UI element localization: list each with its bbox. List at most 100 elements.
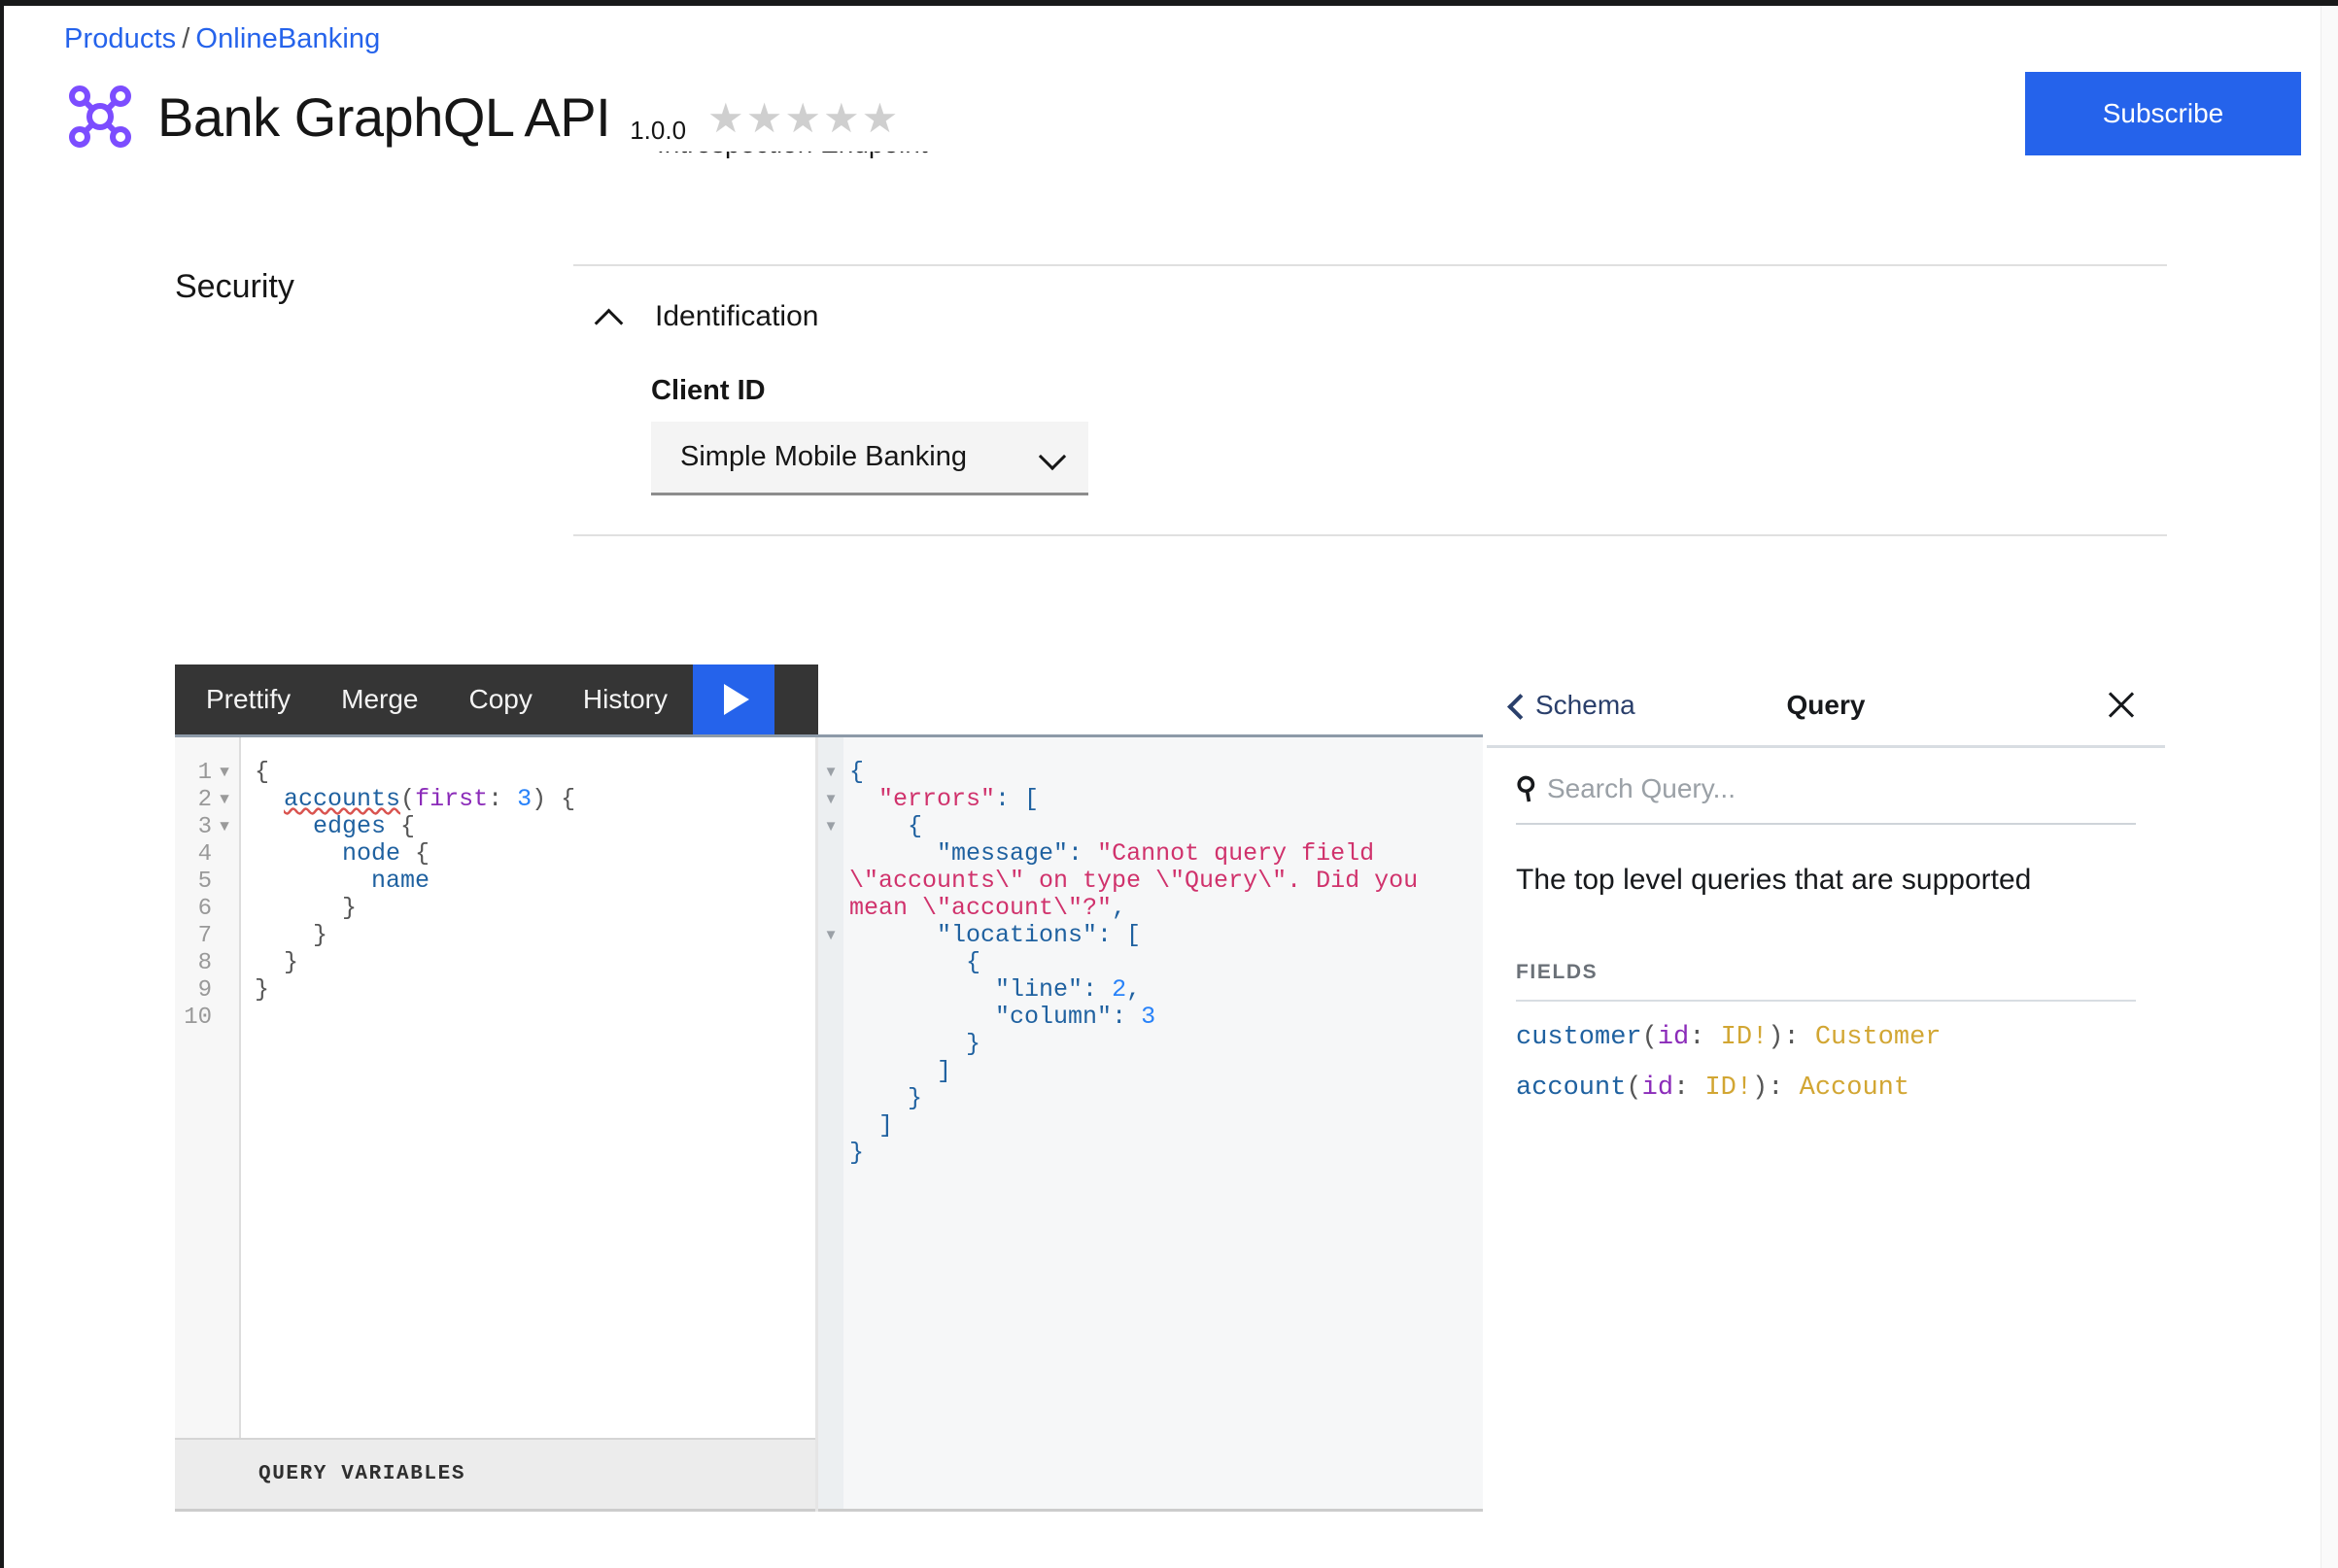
star-icon[interactable]: ★ bbox=[746, 98, 783, 139]
code-token: { bbox=[400, 839, 430, 868]
code-token: 3 bbox=[517, 785, 533, 813]
prettify-button[interactable]: Prettify bbox=[175, 665, 316, 734]
code-line: name bbox=[255, 868, 815, 895]
star-icon[interactable]: ★ bbox=[862, 98, 899, 139]
play-icon bbox=[724, 684, 750, 715]
code-token: ( bbox=[400, 785, 416, 813]
code-token: } bbox=[313, 921, 328, 949]
doc-field-arg-type[interactable]: ID! bbox=[1721, 1023, 1769, 1052]
merge-button[interactable]: Merge bbox=[316, 665, 443, 734]
result-line: } bbox=[849, 1085, 1469, 1112]
query-line-number: 6 bbox=[197, 895, 212, 922]
doc-back-label: Schema bbox=[1535, 689, 1635, 720]
result-line: "locations": [ bbox=[849, 922, 1469, 949]
result-fold-slot bbox=[818, 1112, 843, 1140]
result-line: "column": 3 bbox=[849, 1004, 1469, 1031]
star-icon[interactable]: ★ bbox=[784, 98, 821, 139]
triangle-down-icon[interactable]: ▼ bbox=[216, 818, 233, 835]
breadcrumb-products-link[interactable]: Products bbox=[64, 23, 176, 54]
result-line: "line": 2, bbox=[849, 976, 1469, 1004]
triangle-down-icon[interactable]: ▼ bbox=[818, 786, 843, 813]
code-line: accounts(first: 3) { bbox=[255, 786, 815, 813]
doc-field-return-type[interactable]: Customer bbox=[1815, 1023, 1942, 1052]
star-icon[interactable]: ★ bbox=[707, 98, 744, 139]
code-line: { bbox=[255, 759, 815, 786]
result-fold-slot bbox=[818, 1031, 843, 1058]
page-scrollbar[interactable] bbox=[2321, 6, 2338, 1568]
chevron-down-icon bbox=[1038, 443, 1067, 472]
result-token: , bbox=[1126, 975, 1142, 1004]
result-token: ] bbox=[878, 1111, 894, 1140]
identification-accordion-header[interactable]: Identification bbox=[573, 299, 2167, 334]
app-page: Products / OnlineBanking Bank GraphQL API … bbox=[0, 0, 2338, 1568]
subscribe-button[interactable]: Subscribe bbox=[2025, 72, 2301, 155]
doc-back-to-schema-button[interactable]: Schema bbox=[1504, 690, 1635, 721]
code-token: { bbox=[386, 812, 416, 840]
client-id-select[interactable]: Simple Mobile Banking bbox=[651, 422, 1088, 495]
doc-search-row[interactable]: ⚲ bbox=[1513, 770, 2136, 825]
doc-field-name[interactable]: account bbox=[1516, 1074, 1626, 1103]
query-line-number: 1 ▼ bbox=[175, 759, 239, 786]
close-icon[interactable] bbox=[2103, 687, 2140, 724]
doc-field-close-paren: ): bbox=[1752, 1074, 1800, 1103]
query-code-text[interactable]: { accounts(first: 3) { edges { node { na… bbox=[241, 737, 815, 1438]
query-line-number: 2 ▼ bbox=[175, 786, 239, 813]
result-token: : bbox=[1068, 839, 1098, 868]
breadcrumb-onlinebanking-link[interactable]: OnlineBanking bbox=[195, 23, 380, 54]
doc-field-name[interactable]: customer bbox=[1516, 1023, 1642, 1052]
result-token: : bbox=[1112, 1003, 1142, 1031]
code-token: node bbox=[342, 839, 401, 868]
result-line: "errors": [ bbox=[849, 786, 1469, 813]
result-token: : [ bbox=[995, 785, 1040, 813]
history-button[interactable]: History bbox=[558, 665, 693, 734]
query-variables-toggle[interactable]: QUERY VARIABLES bbox=[175, 1438, 815, 1512]
result-fold-slot bbox=[818, 1167, 843, 1194]
star-icon[interactable]: ★ bbox=[823, 98, 860, 139]
query-line-number: 7 bbox=[197, 922, 212, 949]
result-fold-slot bbox=[818, 868, 843, 895]
doc-field-arg-name: id bbox=[1657, 1023, 1690, 1052]
query-editor[interactable]: 1 ▼ 2 ▼ 3 ▼ 4 5 6 7 8 9 10 { accounts(first: 3) { ed… bbox=[175, 737, 815, 1438]
triangle-down-icon[interactable]: ▼ bbox=[216, 791, 233, 808]
result-viewer: ▼ ▼ ▼ ▼ { "errors": [ { "message": "Cannot… bbox=[818, 737, 1483, 1509]
code-token: : bbox=[488, 785, 518, 813]
result-fold-slot bbox=[818, 949, 843, 976]
client-id-label: Client ID bbox=[651, 375, 766, 406]
graphiql-toolbar: Prettify Merge Copy History bbox=[175, 665, 818, 734]
rating-stars[interactable]: ★ ★ ★ ★ ★ bbox=[707, 94, 898, 139]
graphiql-body: 1 ▼ 2 ▼ 3 ▼ 4 5 6 7 8 9 10 { accounts(first: 3) { ed… bbox=[175, 734, 1483, 1512]
doc-fields-heading: FIELDS bbox=[1516, 961, 2136, 1002]
code-line: } bbox=[255, 949, 815, 976]
doc-field-customer[interactable]: customer(id: ID!): Customer bbox=[1516, 1023, 2136, 1052]
breadcrumb: Products / OnlineBanking bbox=[64, 21, 380, 56]
execute-query-button[interactable] bbox=[693, 665, 775, 734]
doc-field-colon: : bbox=[1689, 1023, 1721, 1052]
result-fold-slot bbox=[818, 895, 843, 922]
result-fold-slot bbox=[818, 976, 843, 1004]
result-line: ] bbox=[849, 1058, 1469, 1085]
result-token: { bbox=[966, 948, 981, 976]
triangle-down-icon[interactable]: ▼ bbox=[818, 759, 843, 786]
doc-search-input[interactable] bbox=[1546, 772, 2136, 804]
graphiql-container: Prettify Merge Copy History 1 ▼ 2 ▼ 3 ▼ 4 5 6 7 8 9… bbox=[175, 665, 1483, 1512]
triangle-down-icon[interactable]: ▼ bbox=[216, 764, 233, 781]
doc-field-return-type[interactable]: Account bbox=[1800, 1074, 1909, 1103]
chevron-left-icon bbox=[1504, 695, 1526, 716]
result-token: "line" bbox=[995, 975, 1083, 1004]
query-pane: 1 ▼ 2 ▼ 3 ▼ 4 5 6 7 8 9 10 { accounts(first: 3) { ed… bbox=[175, 737, 818, 1512]
triangle-down-icon[interactable]: ▼ bbox=[818, 813, 843, 840]
result-token: 2 bbox=[1112, 975, 1127, 1004]
result-line: } bbox=[849, 1031, 1469, 1058]
doc-explorer-header: Schema Query bbox=[1487, 665, 2165, 748]
doc-field-open-paren: ( bbox=[1641, 1023, 1658, 1052]
doc-field-account[interactable]: account(id: ID!): Account bbox=[1516, 1074, 2136, 1103]
result-fold-slot bbox=[818, 1085, 843, 1112]
triangle-down-icon[interactable]: ▼ bbox=[818, 922, 843, 949]
breadcrumb-separator: / bbox=[182, 23, 190, 54]
result-token: : [ bbox=[1097, 921, 1142, 949]
result-code-text: { "errors": [ { "message": "Cannot query… bbox=[843, 737, 1483, 1509]
chevron-up-icon[interactable] bbox=[591, 299, 626, 334]
copy-button[interactable]: Copy bbox=[444, 665, 558, 734]
result-fold-gutter[interactable]: ▼ ▼ ▼ ▼ bbox=[818, 737, 843, 1509]
doc-field-arg-type[interactable]: ID! bbox=[1704, 1074, 1752, 1103]
